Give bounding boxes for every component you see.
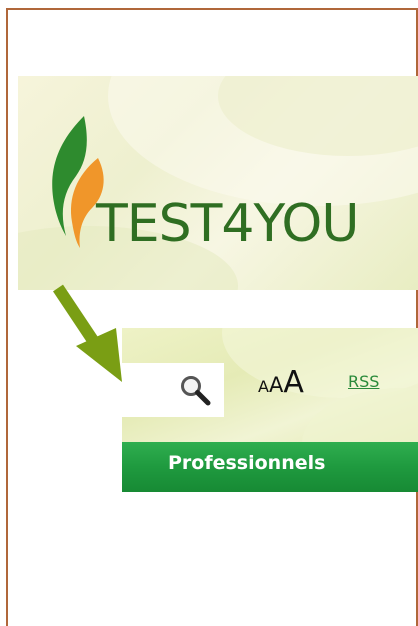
text-size-controls: AAA (258, 368, 304, 410)
logo-banner: TEST4YOU (18, 76, 418, 290)
nav-professionnels-button[interactable]: Professionnels (122, 442, 418, 492)
text-size-small-button[interactable]: A (258, 379, 269, 395)
header-toolbar: AAA RSS (122, 328, 418, 442)
nav-professionnels-label: Professionnels (168, 452, 326, 474)
text-size-large-button[interactable]: A (283, 368, 304, 398)
text-size-medium-button[interactable]: A (269, 375, 283, 396)
rss-link[interactable]: RSS (348, 372, 379, 391)
logo-wordmark: TEST4YOU (96, 194, 359, 254)
search-icon[interactable] (178, 373, 212, 407)
search-input[interactable] (122, 363, 224, 417)
arrow-down-right-icon (53, 284, 122, 382)
